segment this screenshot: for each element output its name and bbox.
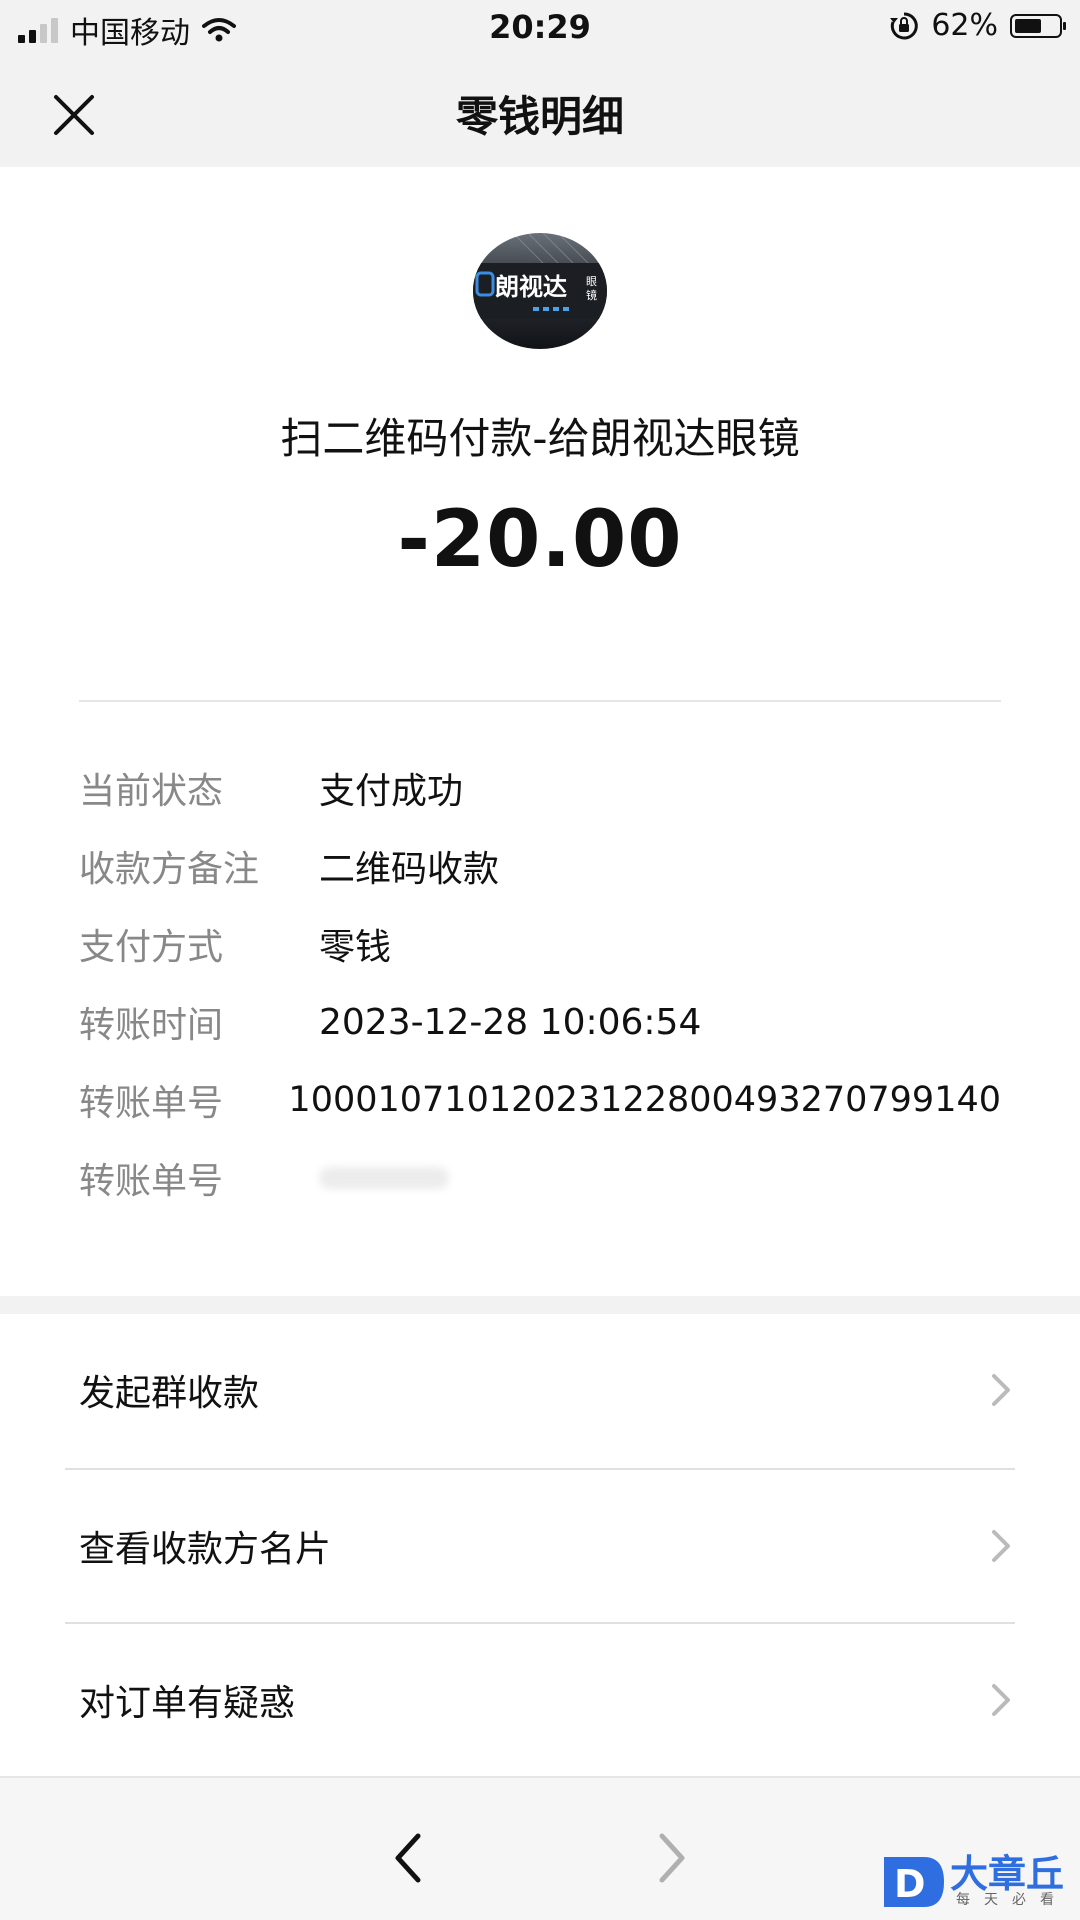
detail-label: 转账单号: [79, 1161, 224, 1202]
merchant-title: 扫二维码付款-给朗视达眼镜: [280, 414, 800, 463]
detail-row-method: 支付方式 零钱: [79, 914, 1001, 974]
chevron-right-icon: [992, 1530, 1010, 1562]
chevron-left-icon[interactable]: [388, 1830, 428, 1886]
detail-label: 支付方式: [79, 927, 224, 968]
logo-text: 朗视达: [495, 273, 567, 301]
action-label: 发起群收款: [79, 1373, 260, 1414]
chevron-right-icon[interactable]: [652, 1830, 692, 1886]
divider: [79, 700, 1001, 702]
merchant-logo-image: 朗视达 眼 镜: [473, 233, 607, 349]
bottom-separator: [0, 1776, 1080, 1794]
watermark: D 大章丘 每天必看: [880, 1843, 1080, 1920]
action-label: 对订单有疑惑: [79, 1683, 296, 1724]
logo-side-text: 眼: [586, 275, 597, 288]
detail-label: 当前状态: [79, 771, 224, 812]
detail-row-time: 转账时间 2023-12-28 10:06:54: [79, 992, 1001, 1052]
watermark-subtext: 每天必看: [956, 1892, 1068, 1908]
page-title: 零钱明细: [455, 92, 624, 141]
redacted-value: [319, 1167, 449, 1189]
group-collect-button[interactable]: 发起群收款: [0, 1314, 1080, 1466]
detail-label: 转账单号: [79, 1083, 224, 1124]
nav-bar: 零钱明细: [0, 55, 1080, 167]
amount: -20.00: [397, 495, 683, 585]
detail-value: 零钱: [319, 927, 392, 968]
status-bar: 中国移动 20:29 62%: [0, 0, 1080, 55]
detail-label: 转账时间: [79, 1005, 224, 1046]
battery-icon: [1010, 13, 1066, 38]
detail-row-status: 当前状态 支付成功: [79, 758, 1001, 818]
chevron-right-icon: [992, 1374, 1010, 1406]
rotation-lock-icon: [890, 11, 919, 39]
status-right: 62%: [889, 8, 1066, 43]
merchant-avatar: 朗视达 眼 镜: [473, 233, 607, 349]
chevron-right-icon: [992, 1684, 1010, 1716]
detail-row-transfer-id: 转账单号 10001071012023122800493270799140: [79, 1070, 1001, 1130]
detail-value: 支付成功: [319, 771, 464, 812]
watermark-logo-icon: D: [884, 1857, 944, 1907]
svg-text:镜: 镜: [586, 288, 597, 302]
watermark-logo-letter: D: [894, 1862, 926, 1906]
detail-value: 二维码收款: [319, 849, 500, 890]
detail-label: 收款方备注: [79, 849, 260, 890]
detail-value: 2023-12-28 10:06:54: [319, 1001, 702, 1043]
order-question-button[interactable]: 对订单有疑惑: [0, 1624, 1080, 1776]
detail-row-remark: 收款方备注 二维码收款: [79, 836, 1001, 896]
detail-value: 10001071012023122800493270799140: [288, 1080, 1001, 1120]
section-gap: [0, 1296, 1080, 1314]
view-payee-card-button[interactable]: 查看收款方名片: [0, 1470, 1080, 1622]
battery-percent: 62%: [931, 8, 998, 43]
action-label: 查看收款方名片: [79, 1529, 332, 1570]
detail-row-transfer-id-2: 转账单号: [79, 1148, 1001, 1208]
